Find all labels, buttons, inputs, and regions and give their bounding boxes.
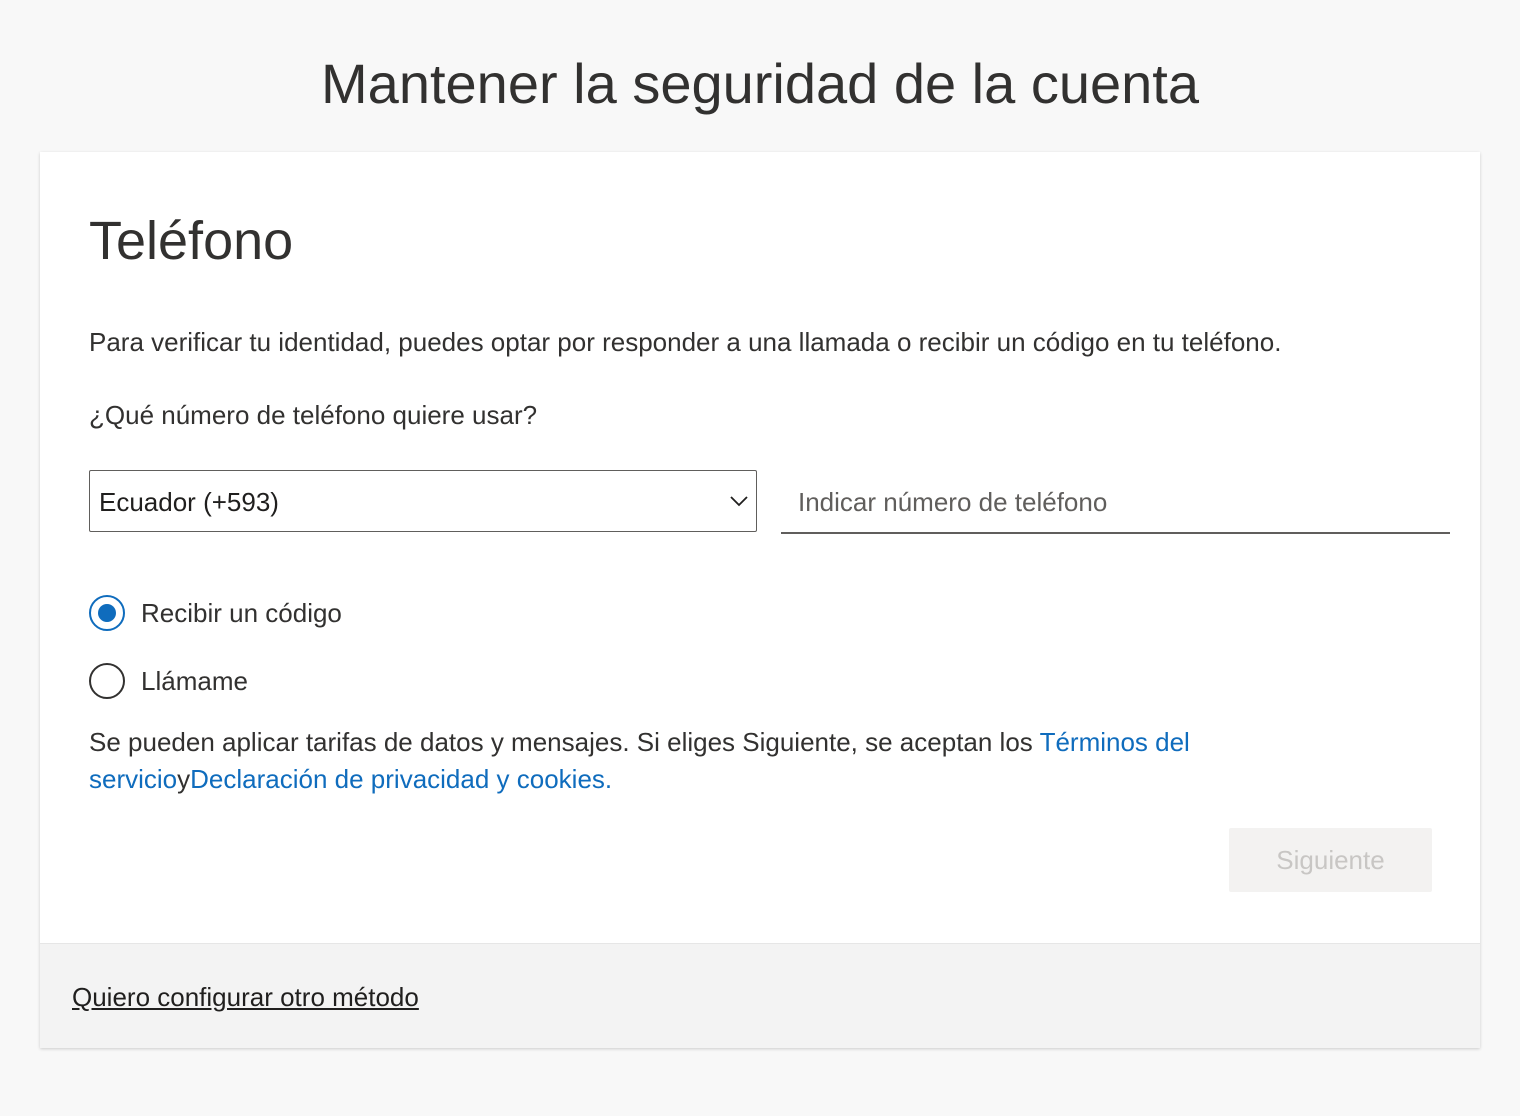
- next-button[interactable]: Siguiente: [1229, 828, 1432, 892]
- phone-question-label: ¿Qué número de teléfono quiere usar?: [89, 400, 538, 430]
- country-code-select[interactable]: Ecuador (+593): [89, 470, 757, 532]
- radio-dot: [98, 604, 116, 622]
- description-text: Para verificar tu identidad, puedes opta…: [89, 327, 1282, 357]
- terms-notice-text: Se pueden aplicar tarifas de datos y men…: [89, 727, 1040, 757]
- radio-button-unchecked[interactable]: [89, 663, 125, 699]
- radio-label-call-me: Llámame: [141, 666, 248, 696]
- page-title: Mantener la seguridad de la cuenta: [321, 52, 1199, 115]
- other-method-link[interactable]: Quiero configurar otro método: [72, 979, 419, 1015]
- chevron-down-icon: [730, 496, 748, 507]
- country-code-value: Ecuador (+593): [99, 487, 279, 517]
- radio-option-receive-code[interactable]: Recibir un código: [89, 593, 342, 633]
- terms-notice: Se pueden aplicar tarifas de datos y men…: [89, 724, 1289, 798]
- section-title: Teléfono: [89, 211, 294, 271]
- card-footer: Quiero configurar otro método: [40, 943, 1480, 1048]
- phone-number-input[interactable]: [781, 472, 1450, 534]
- privacy-statement-link[interactable]: Declaración de privacidad y cookies.: [190, 764, 612, 794]
- radio-button-checked[interactable]: [89, 595, 125, 631]
- phone-setup-card: Teléfono Para verificar tu identidad, pu…: [40, 152, 1480, 1048]
- radio-label-receive-code: Recibir un código: [141, 598, 342, 628]
- radio-option-call-me[interactable]: Llámame: [89, 661, 248, 701]
- card-content: Teléfono Para verificar tu identidad, pu…: [40, 152, 1480, 943]
- terms-conjunction: y: [177, 764, 191, 794]
